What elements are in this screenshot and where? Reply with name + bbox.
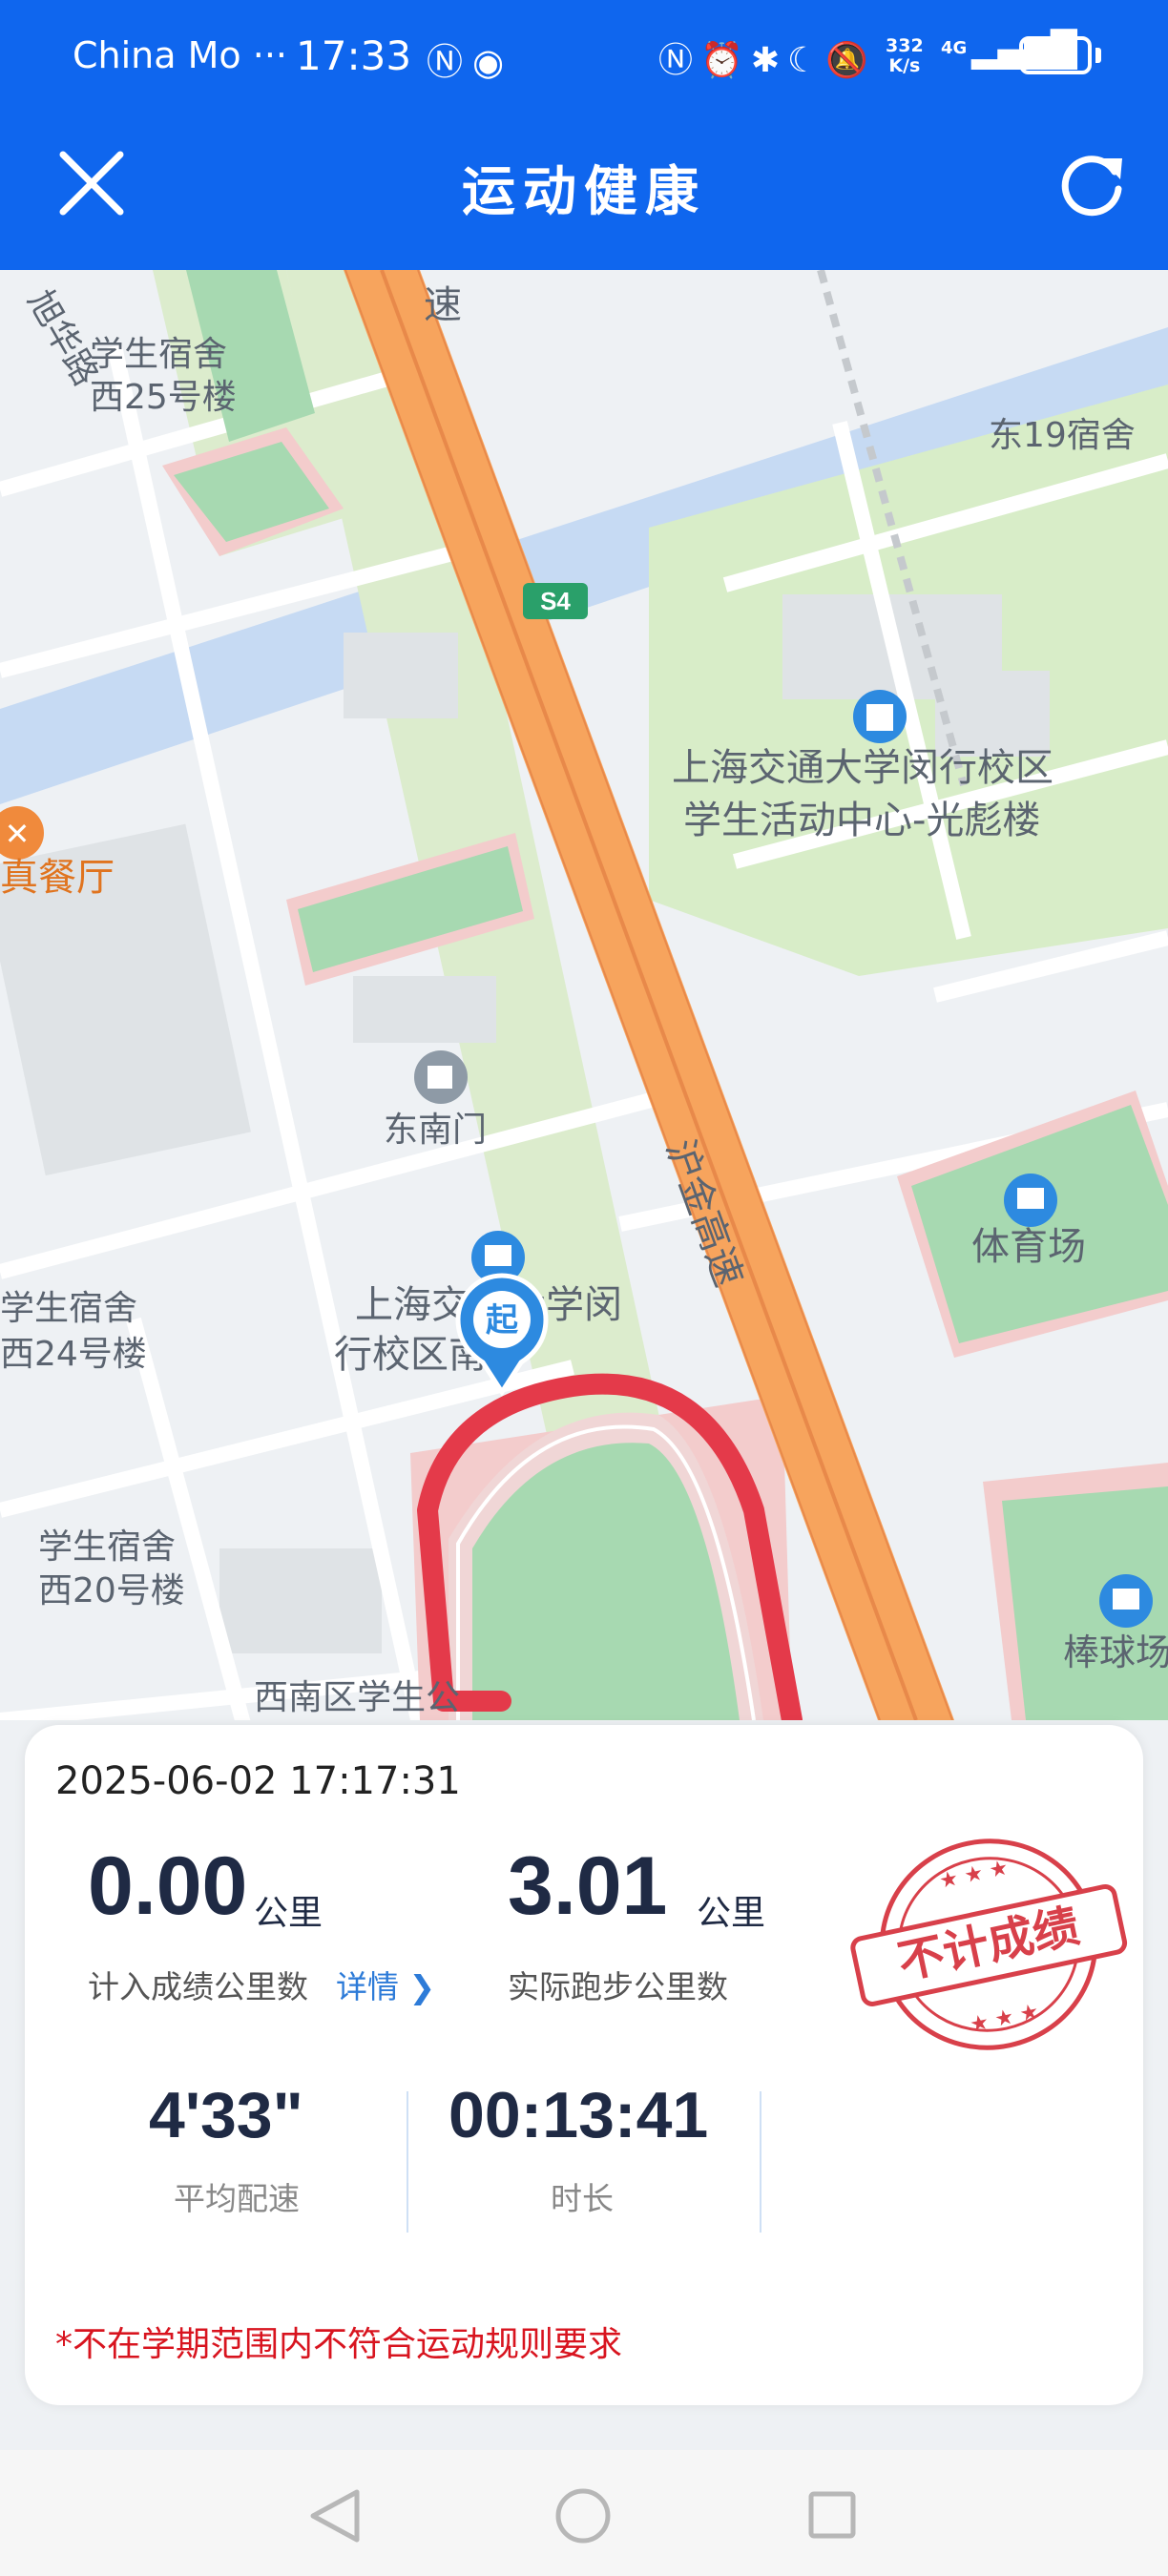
status-app-icons: Ⓝ◉ (427, 41, 514, 83)
map-label-dorm-w25-1: 学生宿舍 (90, 335, 227, 374)
detail-link[interactable]: 详情 ❯ (336, 1962, 435, 2007)
page-title: 运动健康 (462, 161, 706, 223)
actual-distance-value: 3.01 (508, 1840, 668, 1932)
network-speed: 332 K/s (886, 36, 924, 76)
map-label-dorm-e19: 东19宿舍 (989, 416, 1136, 455)
run-datetime: 2025-06-02 17:17:31 (55, 1759, 461, 1803)
not-counted-stamp: 不计成绩 ★ ★ ★ ★ ★ ★ (850, 1839, 1128, 2050)
detail-link-label: 详情 (336, 1968, 399, 2005)
actual-distance-label: 实际跑步公里数 (508, 1968, 728, 2005)
map-label-southwest-dorm: 西南区学生公 (254, 1678, 460, 1717)
svg-text:✕: ✕ (5, 816, 31, 852)
s4-badge-label: S4 (540, 587, 571, 615)
status-bar: China Mo ··· 17:33 Ⓝ◉ Ⓝ⏰✱☾🔕 332 K/s 4G ▂… (0, 0, 1168, 116)
gate-icon (414, 1050, 468, 1104)
building (219, 1548, 382, 1653)
map-label-stadium: 体育场 (971, 1225, 1086, 1269)
map-label-dorm-w24-1: 学生宿舍 (0, 1289, 137, 1328)
credited-distance-label: 计入成绩公里数 (88, 1968, 308, 2005)
map-label-restaurant: 真餐厅 (0, 856, 115, 900)
status-time: 17:33 (296, 32, 412, 79)
duration-label: 时长 (551, 2180, 614, 2217)
actual-distance-unit: 公里 (697, 1894, 766, 1933)
map-label-dorm-w20-1: 学生宿舍 (38, 1527, 176, 1567)
rule-warning: *不在学期范围内不符合运动规则要求 (55, 2325, 623, 2364)
duration-value: 00:13:41 (448, 2079, 709, 2151)
map-label-dorm-w20-2: 西20号楼 (38, 1571, 185, 1610)
speed-unit: K/s (888, 55, 921, 76)
title-bar: 运动健康 (0, 116, 1168, 270)
battery-icon: 57 (1019, 36, 1092, 74)
recent-square-icon[interactable] (803, 2486, 861, 2544)
map-label-baseball: 棒球场 (1063, 1631, 1168, 1673)
baseball-icon (1099, 1574, 1153, 1628)
building (353, 976, 496, 1043)
chevron-right-icon: ❯ (408, 1968, 436, 2005)
start-marker-label: 起 (486, 1301, 519, 1340)
avg-pace-label: 平均配速 (174, 2180, 300, 2217)
speed-value: 332 (886, 35, 924, 56)
system-navigation-bar (0, 2450, 1168, 2576)
back-triangle-icon[interactable] (302, 2483, 368, 2549)
poi-activity-center-icon (853, 690, 907, 743)
map-label-activity-2: 学生活动中心-光彪楼 (683, 799, 1040, 842)
map-label-dorm-w25-2: 西25号楼 (90, 378, 237, 417)
map-label-activity-1: 上海交通大学闵行校区 (672, 746, 1053, 790)
status-system-icons: Ⓝ⏰✱☾🔕 (658, 41, 877, 80)
map-label-southeast-gate: 东南门 (384, 1111, 487, 1150)
home-circle-icon[interactable] (552, 2484, 615, 2547)
avg-pace-value: 4'33" (149, 2079, 303, 2151)
battery-tip (1095, 48, 1101, 63)
network-type: 4G (941, 38, 968, 58)
credited-distance-value: 0.00 (88, 1840, 248, 1932)
stat-divider (760, 2091, 761, 2233)
map-label-dorm-w24-2: 西24号楼 (0, 1335, 147, 1374)
carrier-name: China Mo ··· (73, 34, 287, 76)
stat-divider (407, 2091, 408, 2233)
run-result-card: 2025-06-02 17:17:31 0.00 公里 计入成绩公里数 详情 ❯… (25, 1725, 1143, 2405)
stadium-icon (1004, 1174, 1057, 1227)
refresh-icon[interactable] (1053, 145, 1130, 221)
map-label-highway-1: 速 (424, 283, 462, 327)
stamp-stars-top: ★ ★ ★ (937, 1856, 1011, 1894)
building (344, 633, 458, 718)
stamp-stars-bottom: ★ ★ ★ (968, 2000, 1041, 2038)
credited-distance-unit: 公里 (254, 1894, 323, 1933)
